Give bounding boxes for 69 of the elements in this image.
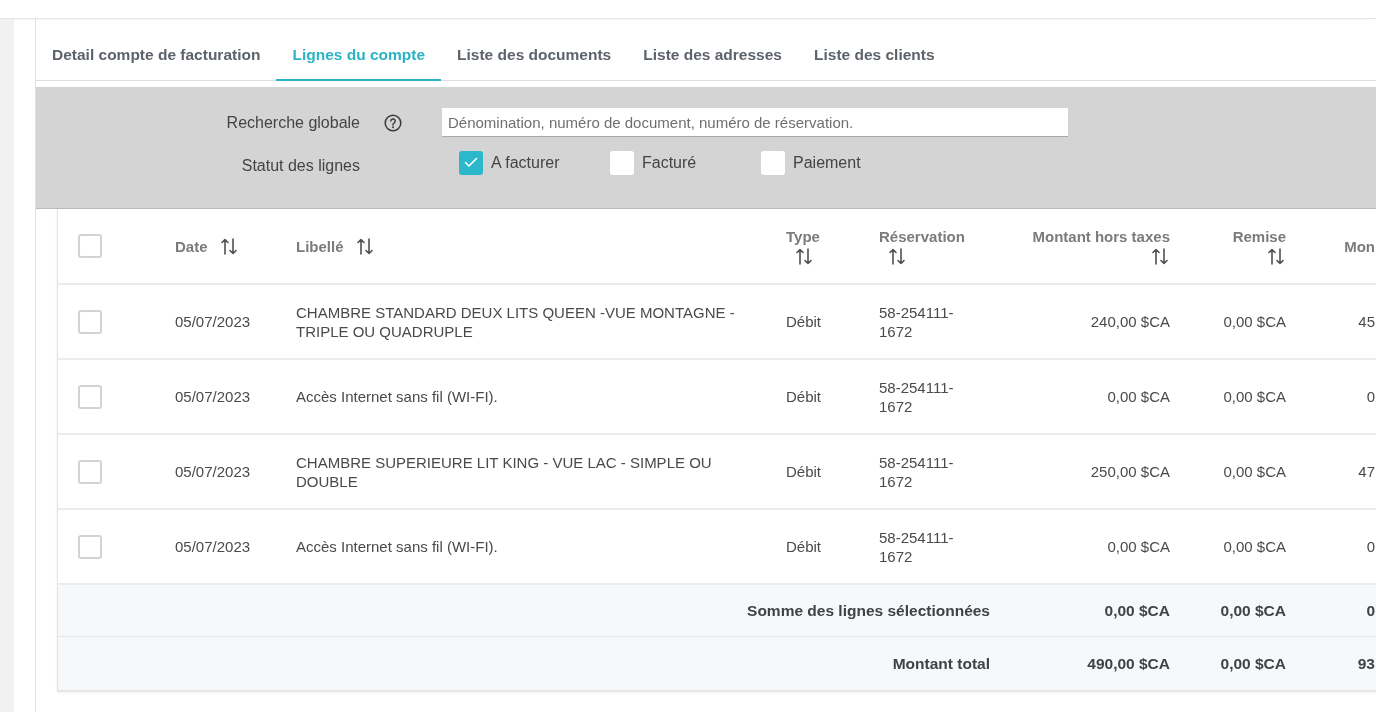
tab[interactable]: Liste des documents (441, 30, 628, 81)
table-cell: 93 (1357, 654, 1375, 673)
column-header: Type (786, 227, 820, 246)
table-cell-text: 58-254111-1672 (879, 302, 955, 341)
sort-icon[interactable] (1152, 248, 1168, 265)
column-header: Mon (1344, 236, 1375, 256)
checkbox[interactable] (610, 150, 634, 175)
table-cell-text: CHAMBRE SUPERIEURE LIT KING - VUE LAC - SIMPLE OU DOUBLE (296, 452, 713, 491)
checkbox-label: Paiement (793, 153, 861, 172)
sort-icon[interactable] (1268, 248, 1284, 265)
table-cell: Débit (786, 462, 822, 481)
checkbox[interactable] (78, 459, 102, 484)
tab[interactable]: Liste des clients (798, 30, 951, 81)
column-header: Date (175, 236, 208, 256)
table-cell: Débit (786, 312, 822, 331)
column-header: Libellé (296, 236, 344, 256)
checkbox-label: Facturé (642, 153, 697, 172)
table-cell: 05/07/2023 (175, 537, 251, 556)
checkbox[interactable] (78, 234, 102, 258)
table-cell: 0,00 $CA (1223, 462, 1286, 481)
summary-label: Montant total (892, 654, 990, 673)
table-cell: 05/07/2023 (175, 462, 251, 481)
sort-icon[interactable] (796, 248, 812, 265)
table-cell: Débit (786, 537, 822, 556)
table-cell: 45 (1358, 312, 1375, 331)
sort-icon[interactable] (889, 248, 905, 265)
help-icon[interactable] (384, 113, 402, 132)
table-cell-text: 58-254111-1672 (879, 527, 955, 566)
table-cell: 0,00 $CA (1223, 312, 1286, 331)
table-cell: 0,00 $CA (1223, 537, 1286, 556)
sort-icon[interactable] (220, 237, 237, 255)
checkbox[interactable] (78, 309, 102, 334)
table-cell: 05/07/2023 (175, 312, 251, 331)
tab[interactable]: Liste des adresses (627, 30, 798, 81)
checkbox[interactable] (761, 150, 785, 175)
table-cell: Accès Internet sans fil (WI-FI). (296, 387, 498, 406)
search-field[interactable]: Dénomination, numéro de document, numéro de réservation. (442, 108, 1068, 137)
table-cell: 05/07/2023 (175, 387, 251, 406)
table-cell: 47 (1358, 462, 1375, 481)
table-cell: 0 (1366, 387, 1375, 406)
table-cell-text: 58-254111-1672 (879, 452, 955, 491)
table-cell: Accès Internet sans fil (WI-FI). (296, 537, 498, 556)
sort-icon[interactable] (356, 237, 373, 255)
table-cell: 0 (1366, 537, 1375, 556)
checkbox[interactable] (78, 384, 102, 409)
tab[interactable]: Detail compte de facturation (36, 30, 277, 81)
table-cell: Débit (786, 387, 822, 406)
table-cell: 0,00 $CA (1107, 537, 1170, 556)
column-header: Remise (1232, 227, 1286, 246)
check-icon (464, 157, 478, 168)
table-cell: 250,00 $CA (1090, 462, 1170, 481)
table-cell-text: 58-254111-1672 (879, 377, 955, 416)
table-cell: 240,00 $CA (1090, 312, 1170, 331)
table-cell: 490,00 $CA (1087, 654, 1170, 673)
summary-label: Somme des lignes sélectionnées (747, 601, 990, 620)
field-label: Recherche globale (225, 113, 360, 132)
table-cell: 0,00 $CA (1220, 601, 1286, 620)
checkbox[interactable] (459, 150, 483, 175)
table-cell: 0 (1366, 601, 1375, 620)
table-cell: 0,00 $CA (1104, 601, 1170, 620)
column-header: Réservation (879, 227, 965, 246)
column-header: Montant hors taxes (1032, 227, 1170, 246)
checkbox[interactable] (78, 534, 102, 559)
table-cell: 0,00 $CA (1107, 387, 1170, 406)
table-cell-text: CHAMBRE STANDARD DEUX LITS QUEEN -VUE MONTAGNE - TRIPLE OU QUADRUPLE (296, 302, 736, 341)
table-cell: 0,00 $CA (1220, 654, 1286, 673)
table-cell: 0,00 $CA (1223, 387, 1286, 406)
checkbox-label: A facturer (491, 153, 560, 172)
field-label: Statut des lignes (240, 157, 360, 175)
